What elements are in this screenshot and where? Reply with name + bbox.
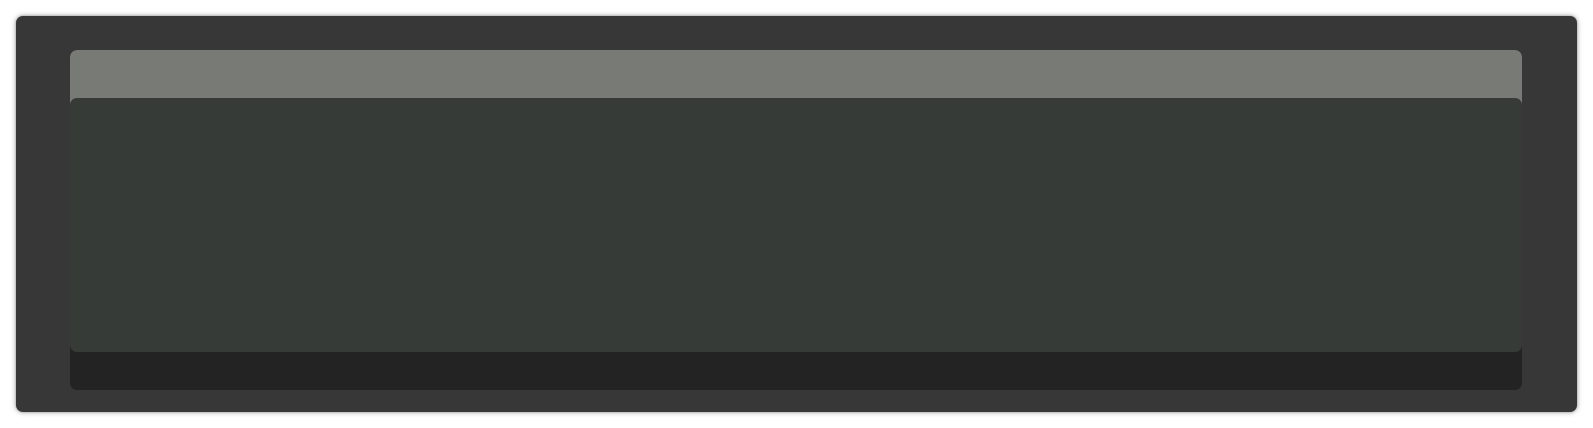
- panel-body-area: [70, 98, 1522, 352]
- content-panel: [70, 50, 1522, 390]
- app-window: [16, 16, 1577, 412]
- panel-footer-bar: [70, 354, 1522, 390]
